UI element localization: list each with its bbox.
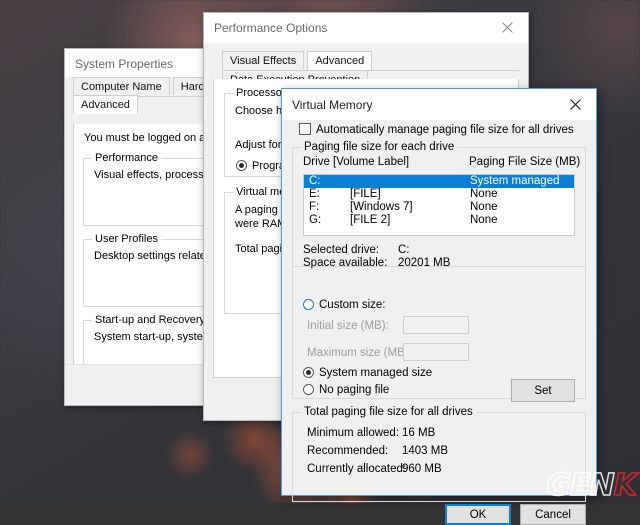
close-icon[interactable] — [554, 89, 596, 119]
radio-no-paging-file-label: No paging file — [319, 384, 390, 396]
group-total-paging-size: Total paging file size for all drives Mi… — [292, 406, 586, 502]
maximum-size-label: Maximum size (MB): — [307, 347, 412, 359]
maximum-size-input[interactable] — [403, 343, 469, 361]
radio-custom-size[interactable]: Custom size: — [303, 299, 385, 311]
group-paging-file-size-title: Paging file size for each drive — [301, 141, 458, 153]
ok-button[interactable]: OK — [445, 504, 511, 525]
drive-paging-size: None — [470, 201, 498, 213]
radio-system-managed-size[interactable]: System managed size — [303, 367, 432, 379]
table-row[interactable]: C: System managed — [304, 175, 574, 188]
system-properties-title: System Properties — [75, 57, 174, 71]
radio-custom-size-label: Custom size: — [319, 299, 386, 311]
initial-size-label: Initial size (MB): — [307, 320, 389, 332]
performance-options-tabstrip: Visual Effects Advanced Data Execution P… — [222, 51, 519, 88]
close-icon[interactable] — [486, 13, 528, 42]
drive-letter: F: — [309, 201, 320, 213]
recommended-value: 1403 MB — [402, 445, 449, 457]
radio-no-paging-file[interactable]: No paging file — [303, 384, 389, 396]
virtual-memory-dialog[interactable]: Virtual Memory Automatically manage pagi… — [281, 88, 597, 525]
drive-paging-size: None — [470, 214, 498, 226]
group-size-options: Custom size: Initial size (MB): Maximum … — [292, 267, 586, 402]
recommended-label: Recommended: — [307, 445, 389, 457]
set-button[interactable]: Set — [511, 379, 575, 402]
group-user-profiles-title: User Profiles — [92, 233, 161, 245]
minimum-allowed-label: Minimum allowed: — [307, 427, 400, 439]
column-header-paging-size: Paging File Size (MB) — [469, 156, 581, 168]
group-paging-file-size: Paging file size for each drive Drive [V… — [292, 141, 586, 269]
table-row[interactable]: E: [FILE] None — [304, 188, 574, 201]
radio-system-managed-indicator — [303, 367, 314, 378]
column-header-drive: Drive [Volume Label] — [303, 156, 410, 168]
selected-drive-label: Selected drive: — [303, 244, 380, 256]
table-row[interactable]: G: [FILE 2] None — [304, 214, 574, 227]
genk-watermark: GENK — [546, 468, 638, 503]
radio-system-managed-label: System managed size — [319, 367, 433, 379]
virtual-memory-content: Automatically manage paging file size fo… — [282, 120, 596, 525]
tab-advanced[interactable]: Advanced — [307, 51, 373, 70]
table-row[interactable]: F: [Windows 7] None — [304, 201, 574, 214]
initial-size-input[interactable] — [403, 316, 469, 334]
group-performance-title: Performance — [92, 152, 161, 164]
currently-allocated-value: 960 MB — [402, 463, 442, 475]
drive-volume-label: [FILE 2] — [350, 214, 391, 226]
radio-no-paging-file-indicator — [303, 384, 314, 395]
drive-volume-label: [Windows 7] — [350, 201, 413, 213]
auto-manage-paging-label: Automatically manage paging file size fo… — [316, 124, 574, 136]
drive-paging-size: System managed — [470, 175, 560, 187]
drive-volume-label: [FILE] — [350, 188, 381, 200]
watermark-text: GEN — [546, 468, 616, 503]
tab-computer-name[interactable]: Computer Name — [73, 77, 170, 95]
tab-advanced[interactable]: Advanced — [73, 95, 138, 114]
auto-manage-paging-checkbox[interactable]: Automatically manage paging file size fo… — [299, 123, 574, 136]
cancel-button[interactable]: Cancel — [520, 504, 586, 525]
drive-letter: C: — [309, 175, 321, 187]
currently-allocated-label: Currently allocated: — [307, 463, 407, 475]
group-startup-recovery-title: Start-up and Recovery — [92, 314, 209, 326]
performance-options-titlebar[interactable]: Performance Options — [204, 13, 528, 43]
checkbox-indicator — [299, 123, 311, 135]
watermark-accent: K — [613, 468, 638, 503]
performance-options-title: Performance Options — [214, 21, 328, 35]
radio-custom-size-indicator — [303, 299, 314, 310]
tab-visual-effects[interactable]: Visual Effects — [222, 51, 305, 69]
drive-paging-size: None — [470, 188, 498, 200]
radio-programs-indicator — [236, 160, 247, 171]
virtual-memory-titlebar[interactable]: Virtual Memory — [282, 89, 596, 120]
drive-letter: E: — [309, 188, 320, 200]
selected-drive-value: C: — [398, 244, 410, 256]
drive-letter: G: — [309, 214, 322, 226]
virtual-memory-title: Virtual Memory — [292, 98, 373, 112]
drive-list[interactable]: C: System managed E: [FILE] None F: [Win… — [303, 174, 575, 236]
minimum-allowed-value: 16 MB — [402, 427, 436, 439]
group-total-paging-size-title: Total paging file size for all drives — [301, 406, 476, 418]
